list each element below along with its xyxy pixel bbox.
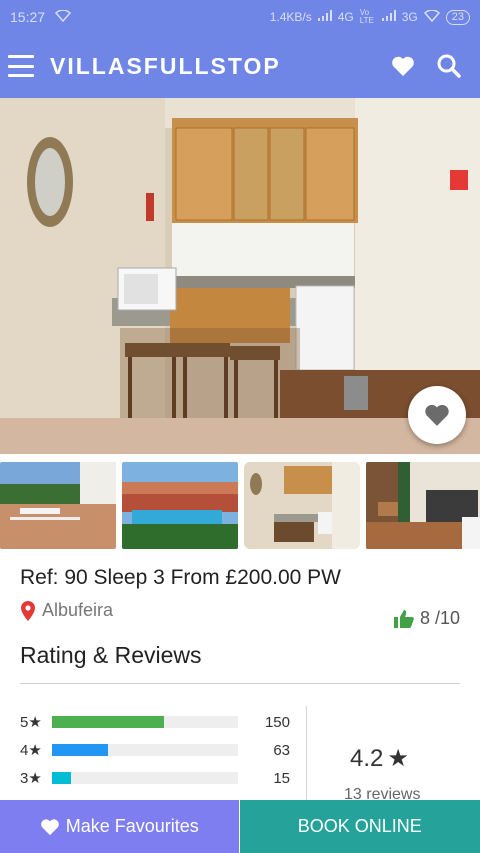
thumbnail-strip: [0, 462, 480, 549]
rating-bar: [52, 772, 238, 784]
star-icon: ★: [387, 745, 409, 772]
network-type-2: 3G: [401, 10, 418, 24]
favourite-fab[interactable]: [408, 386, 466, 444]
signal-icon: [317, 10, 332, 24]
make-favourites-button[interactable]: Make Favourites: [0, 800, 239, 853]
signal-icon: [381, 10, 396, 24]
network-type-1: 4G: [337, 10, 354, 24]
app-title: VILLASFULLSTOP: [50, 52, 281, 79]
status-time: 15:27: [10, 9, 46, 25]
book-online-button[interactable]: BOOK ONLINE: [239, 800, 480, 853]
bottom-action-bar: Make Favourites BOOK ONLINE: [0, 800, 480, 853]
book-online-label: BOOK ONLINE: [297, 816, 422, 836]
location-pin-icon: [21, 600, 35, 621]
star-icon: ★: [28, 770, 42, 787]
rating-bar: [52, 716, 238, 728]
location-text: Albufeira: [42, 600, 114, 620]
network-speed: 1.4KB/s: [269, 10, 312, 24]
thumbnail-living-room[interactable]: [366, 462, 480, 549]
score-text: 8 /10: [419, 608, 460, 628]
property-title: Ref: 90 Sleep 3 From £200.00 PW: [20, 566, 341, 589]
vertical-divider: [306, 706, 307, 806]
volte-label: Vo LTE: [359, 8, 374, 25]
thumbnail-terrace[interactable]: [0, 462, 116, 549]
app-bar: VILLASFULLSTOP: [0, 34, 480, 98]
make-favourites-label: Make Favourites: [65, 816, 199, 836]
search-icon[interactable]: [436, 53, 462, 79]
status-bar: 15:27 1.4KB/s 4G Vo LTE 3G 23: [0, 0, 480, 34]
battery-indicator: 23: [445, 9, 470, 25]
rating-row: 3★ 15: [20, 764, 290, 792]
status-right: 1.4KB/s 4G Vo LTE 3G 23: [270, 9, 470, 25]
wifi-icon: [55, 8, 72, 25]
rating-bar-fill: [52, 772, 71, 784]
average-rating-value: 4.2: [350, 744, 384, 772]
star-icon: ★: [28, 742, 42, 759]
average-rating: 4.2 ★: [350, 744, 409, 773]
property-location: Albufeira: [20, 600, 113, 621]
thumbnail-pool[interactable]: [122, 462, 238, 549]
rating-count: 15: [273, 769, 290, 787]
hero-photo[interactable]: [0, 98, 480, 454]
rating-bar-fill: [52, 716, 164, 728]
property-score: 8 /10: [393, 608, 460, 629]
divider: [20, 683, 460, 684]
heart-icon: [425, 404, 449, 426]
thumbs-up-icon: [393, 609, 414, 628]
rating-bar: [52, 744, 238, 756]
rating-count: 150: [264, 713, 290, 731]
rating-bar-fill: [52, 744, 108, 756]
hamburger-menu-icon[interactable]: [8, 55, 34, 77]
rating-row: 5★ 150: [20, 708, 290, 736]
star-icon: ★: [28, 714, 42, 731]
kitchen-photo: [0, 98, 480, 454]
rating-section-title: Rating & Reviews: [20, 642, 202, 668]
rating-count: 63: [273, 741, 290, 759]
thumbnail-kitchen[interactable]: [244, 462, 360, 549]
rating-row: 4★ 63: [20, 736, 290, 764]
wifi-icon: [423, 8, 440, 25]
heart-icon: [40, 818, 59, 835]
heart-icon[interactable]: [390, 53, 416, 79]
